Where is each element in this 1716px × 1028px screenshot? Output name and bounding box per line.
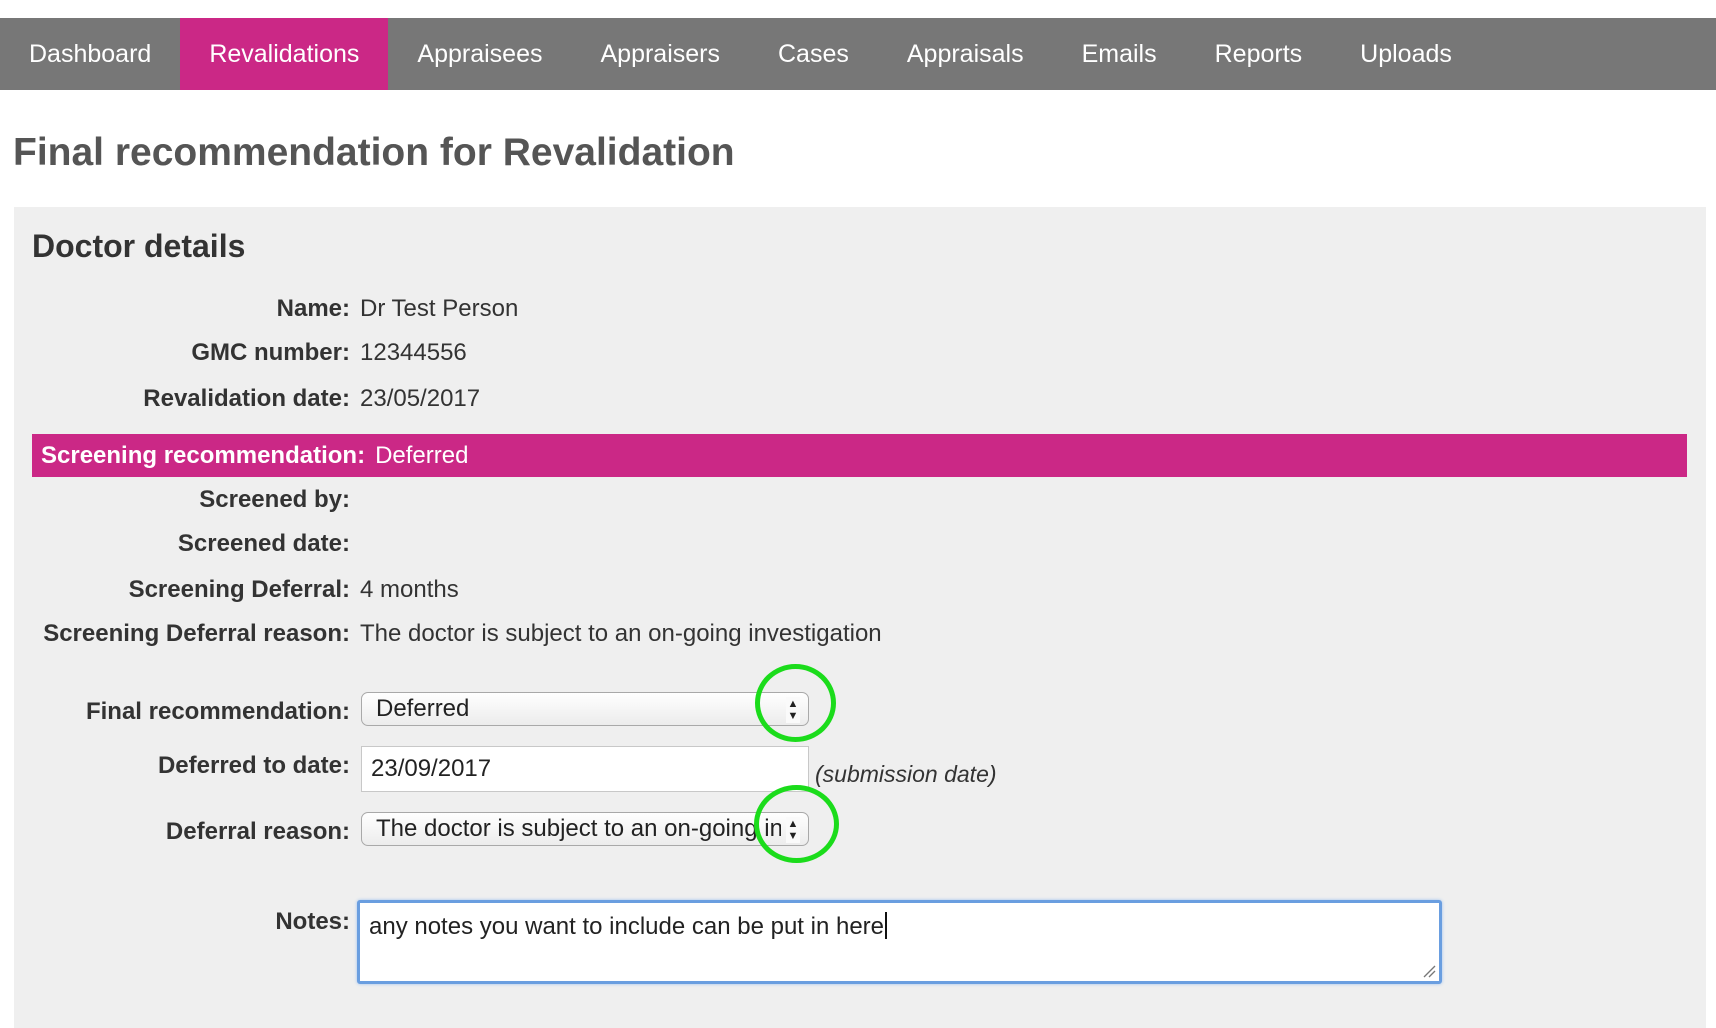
screening-recommendation-bar: Screening recommendation: Deferred xyxy=(32,434,1687,477)
screening-recommendation-value: Deferred xyxy=(375,441,469,469)
section-title: Doctor details xyxy=(32,228,246,264)
deferral-reason-selected: The doctor is subject to an on-going inv… xyxy=(376,815,781,842)
name-label: Name: xyxy=(276,295,350,322)
nav-dashboard[interactable]: Dashboard xyxy=(0,18,180,90)
notes-textarea[interactable]: any notes you want to include can be put… xyxy=(357,900,1442,984)
notes-text: any notes you want to include can be put… xyxy=(369,913,885,940)
deferral-reason-select[interactable]: The doctor is subject to an on-going inv… xyxy=(361,812,809,846)
final-recommendation-selected: Deferred xyxy=(376,695,470,722)
screened-date-label: Screened date: xyxy=(177,530,350,557)
annotation-circle xyxy=(754,785,839,863)
final-recommendation-label: Final recommendation: xyxy=(85,698,350,725)
name-value: Dr Test Person xyxy=(360,295,519,322)
screened-by-label: Screened by: xyxy=(199,486,350,513)
nav-revalidations[interactable]: Revalidations xyxy=(180,18,389,90)
nav-emails[interactable]: Emails xyxy=(1053,18,1186,90)
screening-deferral-label: Screening Deferral: xyxy=(128,576,350,603)
nav-uploads[interactable]: Uploads xyxy=(1331,18,1481,90)
nav-appraisers[interactable]: Appraisers xyxy=(571,18,749,90)
nav-appraisees[interactable]: Appraisees xyxy=(388,18,571,90)
annotation-circle xyxy=(755,664,836,742)
nav-cases[interactable]: Cases xyxy=(749,18,878,90)
text-caret xyxy=(885,912,888,939)
screening-deferral-reason-value: The doctor is subject to an on-going inv… xyxy=(360,620,882,647)
revalidation-date-value: 23/05/2017 xyxy=(360,385,481,412)
screening-recommendation-label: Screening recommendation: xyxy=(41,441,366,469)
top-navigation: Dashboard Revalidations Appraisees Appra… xyxy=(0,18,1716,90)
gmc-number-label: GMC number: xyxy=(191,339,350,366)
final-recommendation-select[interactable]: Deferred ▲ ▼ xyxy=(361,692,809,726)
nav-appraisals[interactable]: Appraisals xyxy=(878,18,1053,90)
submission-date-hint: (submission date) xyxy=(815,761,997,787)
resize-handle-icon[interactable] xyxy=(1422,964,1436,978)
screening-deferral-value: 4 months xyxy=(360,576,459,603)
deferred-to-date-label: Deferred to date: xyxy=(157,752,350,779)
screening-deferral-reason-label: Screening Deferral reason: xyxy=(43,620,350,647)
nav-reports[interactable]: Reports xyxy=(1186,18,1332,90)
notes-label: Notes: xyxy=(275,908,350,935)
revalidation-date-label: Revalidation date: xyxy=(143,385,350,412)
page-title: Final recommendation for Revalidation xyxy=(13,131,735,174)
deferral-reason-label: Deferral reason: xyxy=(165,818,350,845)
deferred-to-date-input[interactable]: 23/09/2017 xyxy=(361,746,809,792)
gmc-number-value: 12344556 xyxy=(360,339,467,366)
